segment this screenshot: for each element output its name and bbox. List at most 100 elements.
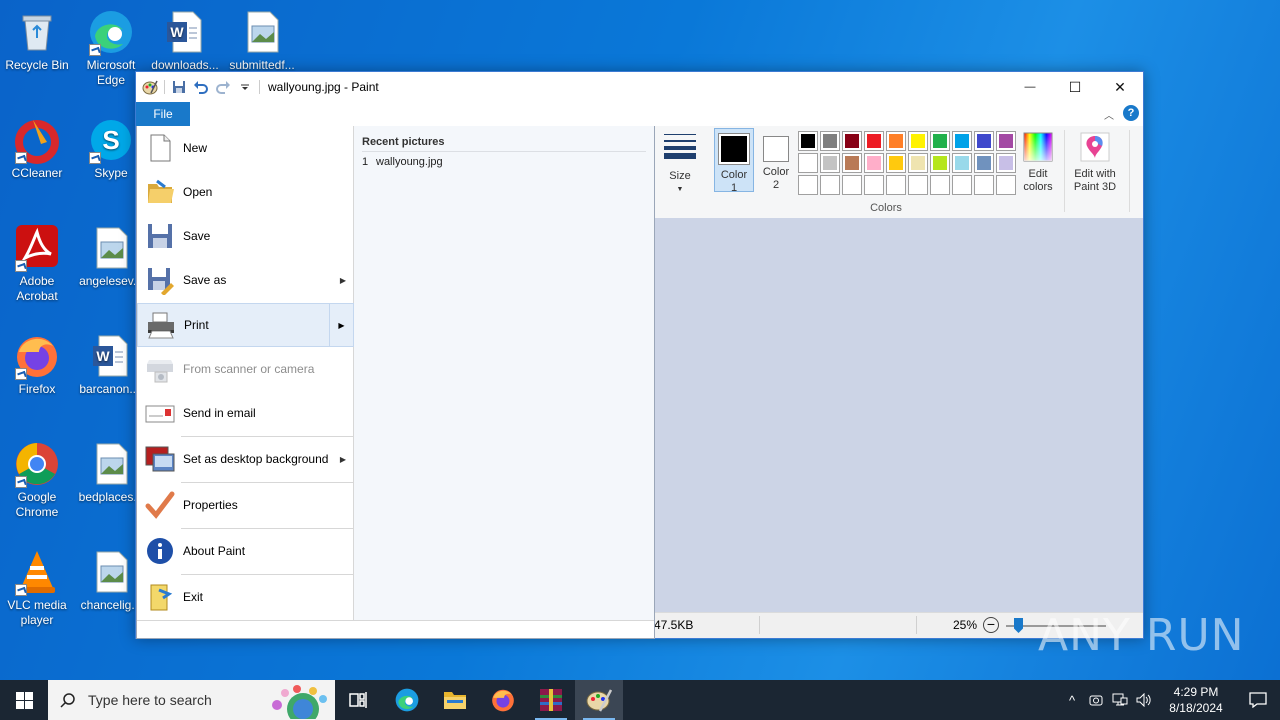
paint-app-icon[interactable] xyxy=(142,79,158,95)
camera-icon[interactable] xyxy=(1084,693,1108,707)
notification-center-button[interactable] xyxy=(1236,692,1280,708)
zoom-level-text: 25% xyxy=(953,618,978,632)
volume-icon[interactable] xyxy=(1132,693,1156,707)
save-icon[interactable] xyxy=(171,79,187,95)
menu-item-print[interactable]: Print ▶ xyxy=(137,303,354,347)
palette-color-swatch[interactable] xyxy=(908,175,928,195)
palette-color-swatch[interactable] xyxy=(930,153,950,173)
palette-color-swatch[interactable] xyxy=(974,175,994,195)
taskbar-paint[interactable] xyxy=(575,680,623,720)
desktop-icon-downloads[interactable]: W downloads... xyxy=(149,8,221,73)
menu-item-open[interactable]: Open xyxy=(137,170,354,214)
palette-color-swatch[interactable] xyxy=(798,131,818,151)
taskbar-firefox[interactable] xyxy=(479,680,527,720)
window-title: wallyoung.jpg - Paint xyxy=(268,80,379,94)
network-icon[interactable] xyxy=(1108,693,1132,707)
desktop-icon-ccleaner[interactable]: CCleaner xyxy=(1,116,73,181)
taskbar-search-box[interactable]: Type here to search xyxy=(48,680,335,720)
collapse-ribbon-icon[interactable]: ︿ xyxy=(1104,107,1114,122)
palette-color-swatch[interactable] xyxy=(864,153,884,173)
palette-color-swatch[interactable] xyxy=(974,131,994,151)
submenu-arrow-icon[interactable]: ▶ xyxy=(329,303,353,347)
notification-icon xyxy=(1249,692,1267,708)
redo-icon[interactable] xyxy=(215,79,231,95)
start-button[interactable] xyxy=(0,680,48,720)
palette-color-swatch[interactable] xyxy=(864,131,884,151)
desktop-icon-acrobat[interactable]: Adobe Acrobat xyxy=(1,224,73,304)
zoom-out-icon[interactable]: − xyxy=(983,617,999,633)
taskbar-edge[interactable] xyxy=(383,680,431,720)
swatch-fill xyxy=(801,134,815,148)
palette-color-swatch[interactable] xyxy=(930,131,950,151)
close-button[interactable]: ✕ xyxy=(1097,72,1143,102)
color2-swatch xyxy=(763,136,789,162)
palette-color-swatch[interactable] xyxy=(886,153,906,173)
palette-color-swatch[interactable] xyxy=(952,131,972,151)
color2-button[interactable]: Color 2 xyxy=(758,136,794,192)
palette-color-swatch[interactable] xyxy=(798,153,818,173)
recent-picture-item[interactable]: 1 wallyoung.jpg xyxy=(362,156,443,168)
search-icon xyxy=(48,692,88,708)
palette-color-swatch[interactable] xyxy=(842,175,862,195)
file-tab[interactable]: File xyxy=(136,102,190,126)
menu-item-desktop-background[interactable]: Set as desktop background ▶ xyxy=(137,437,354,481)
desktop-icon-recycle-bin[interactable]: Recycle Bin xyxy=(1,8,73,73)
recycle-bin-icon xyxy=(13,8,61,56)
size-button[interactable]: Size ▼ xyxy=(662,132,698,196)
palette-color-swatch[interactable] xyxy=(820,131,840,151)
desktop-icon-vlc[interactable]: VLC media player xyxy=(1,548,73,628)
palette-color-swatch[interactable] xyxy=(886,131,906,151)
menu-item-save-as[interactable]: Save as ▶ xyxy=(137,258,354,302)
help-icon[interactable]: ? xyxy=(1123,105,1139,121)
swatch-fill xyxy=(801,156,815,170)
swatch-fill xyxy=(911,134,925,148)
colors-group-label: Colors xyxy=(870,202,902,214)
palette-color-swatch[interactable] xyxy=(952,175,972,195)
undo-icon[interactable] xyxy=(193,79,209,95)
clock[interactable]: 4:29 PM 8/18/2024 xyxy=(1156,684,1236,716)
palette-color-swatch[interactable] xyxy=(908,131,928,151)
shortcut-arrow-icon xyxy=(15,368,27,380)
customize-toolbar-icon[interactable] xyxy=(237,79,253,95)
minimize-button[interactable]: — xyxy=(1007,72,1053,102)
palette-color-swatch[interactable] xyxy=(842,153,862,173)
desktop-icon-chrome[interactable]: Google Chrome xyxy=(1,440,73,520)
menu-item-label: About Paint xyxy=(183,544,246,558)
menu-item-exit[interactable]: Exit xyxy=(137,575,354,619)
swatch-fill xyxy=(933,178,947,192)
taskbar-winrar[interactable] xyxy=(527,680,575,720)
palette-color-swatch[interactable] xyxy=(864,175,884,195)
desktop-icon-submitted[interactable]: submittedf... xyxy=(226,8,298,73)
menu-item-send-email[interactable]: Send in email xyxy=(137,391,354,435)
recent-pictures-panel: Recent pictures 1 wallyoung.jpg xyxy=(354,126,654,620)
palette-color-swatch[interactable] xyxy=(886,175,906,195)
taskbar-file-explorer[interactable] xyxy=(431,680,479,720)
chevron-up-icon[interactable]: ^ xyxy=(1060,693,1084,708)
file-explorer-icon xyxy=(444,692,466,709)
task-view-button[interactable] xyxy=(335,680,383,720)
palette-color-swatch[interactable] xyxy=(974,153,994,173)
maximize-button[interactable]: ☐ xyxy=(1052,72,1098,102)
edit-colors-button[interactable]: Edit colors xyxy=(1020,132,1056,194)
menu-item-about[interactable]: About Paint xyxy=(137,529,354,573)
palette-color-swatch[interactable] xyxy=(908,153,928,173)
edit-with-paint3d-button[interactable]: Edit with Paint 3D xyxy=(1070,132,1120,194)
palette-color-swatch[interactable] xyxy=(798,175,818,195)
menu-item-save[interactable]: Save xyxy=(137,214,354,258)
palette-color-swatch[interactable] xyxy=(996,153,1016,173)
palette-color-swatch[interactable] xyxy=(952,153,972,173)
palette-color-swatch[interactable] xyxy=(820,153,840,173)
chrome-icon xyxy=(13,440,61,488)
palette-color-swatch[interactable] xyxy=(820,175,840,195)
palette-color-swatch[interactable] xyxy=(996,175,1016,195)
menu-item-new[interactable]: New xyxy=(137,126,354,170)
color1-button[interactable]: Color 1 xyxy=(714,128,754,194)
swatch-fill xyxy=(889,156,903,170)
palette-color-swatch[interactable] xyxy=(842,131,862,151)
desktop-icon-firefox[interactable]: Firefox xyxy=(1,332,73,397)
palette-color-swatch[interactable] xyxy=(996,131,1016,151)
palette-color-swatch[interactable] xyxy=(930,175,950,195)
zoom-slider-thumb[interactable] xyxy=(1014,618,1023,633)
menu-item-label: Save as xyxy=(183,273,227,287)
menu-item-properties[interactable]: Properties xyxy=(137,483,354,527)
